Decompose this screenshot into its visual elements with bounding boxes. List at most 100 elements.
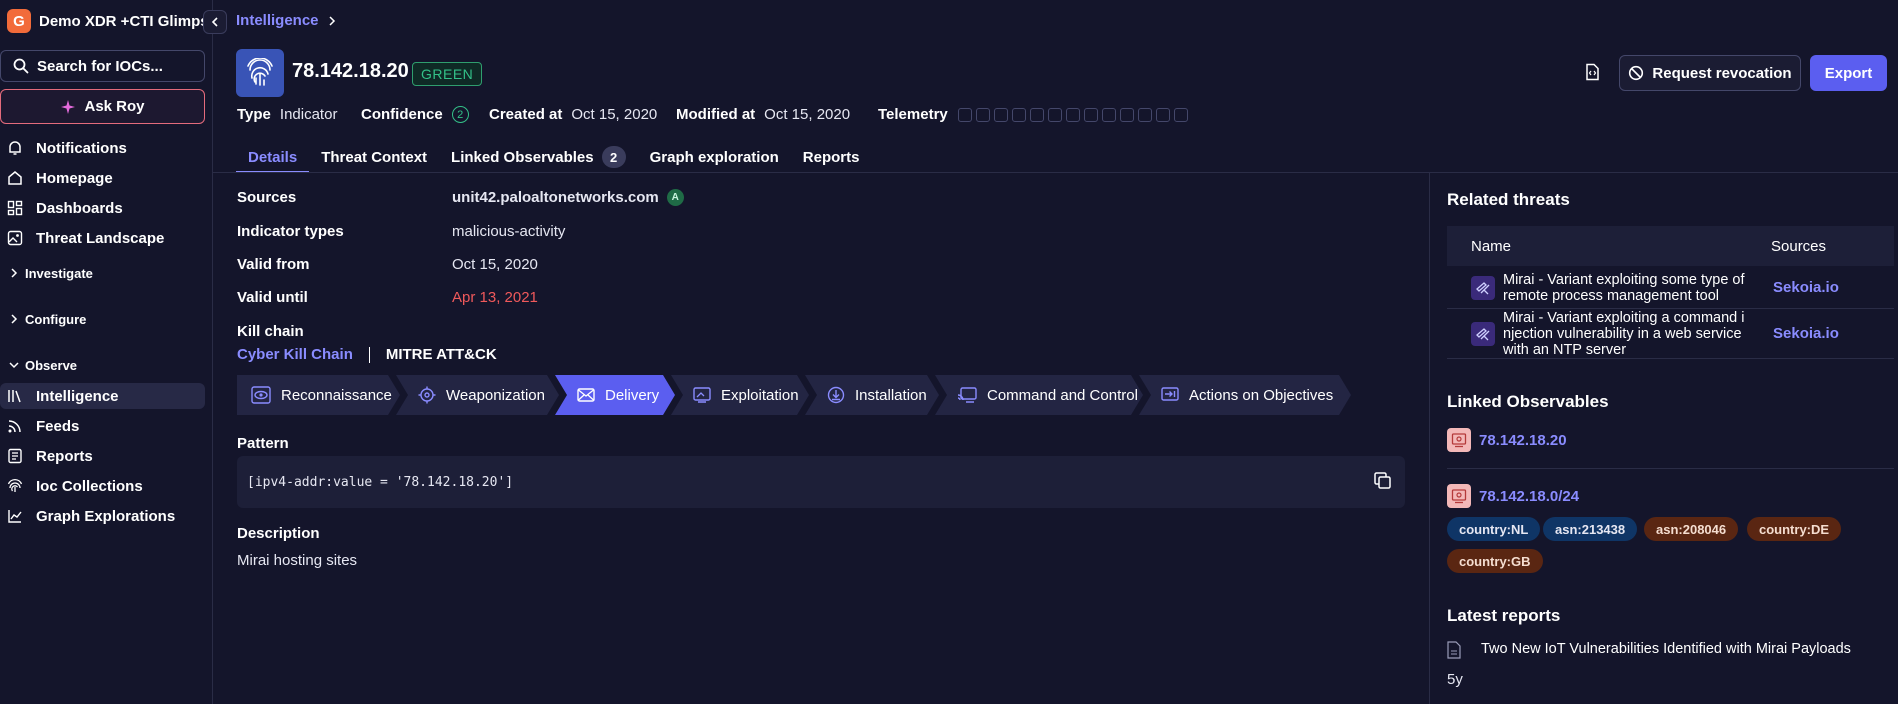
home-icon — [6, 169, 24, 187]
valid-until-label: Valid until — [237, 289, 308, 306]
library-icon — [6, 387, 24, 405]
observable-item[interactable]: 78.142.18.0/24 — [1447, 484, 1579, 508]
nav-homepage[interactable]: Homepage — [0, 165, 205, 191]
tab-details[interactable]: Details — [236, 142, 310, 173]
observable-link[interactable]: 78.142.18.20 — [1479, 432, 1567, 449]
report-item[interactable]: Two New IoT Vulnerabilities Identified w… — [1447, 641, 1851, 663]
meta-created-label: Created at — [489, 106, 563, 123]
phase-label: Delivery — [605, 386, 660, 404]
tab-graph-exploration[interactable]: Graph exploration — [638, 142, 791, 172]
screen-icon — [693, 387, 711, 403]
nav-threat-landscape[interactable]: Threat Landscape — [0, 225, 205, 251]
col-name-header: Name — [1471, 237, 1512, 255]
nav-graph-explorations[interactable]: Graph Explorations — [0, 503, 205, 529]
phase-actions-on-objectives[interactable]: Actions on Objectives — [1139, 375, 1351, 415]
telemetry-box — [1047, 107, 1062, 122]
phase-reconnaissance[interactable]: Reconnaissance — [237, 375, 400, 415]
tab-label: Details — [248, 148, 298, 166]
search-ioc-button[interactable]: Search for IOCs... — [0, 50, 205, 82]
tag-country-gb[interactable]: country:GB — [1447, 549, 1543, 573]
nav-label: Ioc Collections — [36, 477, 143, 495]
tag-asn-213438[interactable]: asn:213438 — [1543, 517, 1638, 541]
threat-name[interactable]: Mirai - Variant exploiting a command i n… — [1503, 310, 1765, 358]
confidence-badge: 2 — [451, 106, 469, 123]
threat-source-link[interactable]: Sekoia.io — [1773, 279, 1839, 296]
observable-link[interactable]: 78.142.18.0/24 — [1479, 488, 1579, 505]
nav-label: Dashboards — [36, 199, 123, 217]
nav-reports[interactable]: Reports — [0, 443, 205, 469]
sidebar-collapse-button[interactable] — [203, 10, 227, 34]
telemetry-box — [1083, 107, 1098, 122]
pattern-box: [ipv4-addr:value = '78.142.18.20'] — [237, 456, 1405, 508]
related-threats-title: Related threats — [1447, 190, 1570, 209]
types-value: malicious-activity — [452, 223, 566, 240]
telemetry-box — [1101, 107, 1116, 122]
ask-roy-button[interactable]: Ask Roy — [0, 89, 205, 124]
tab-cyber-kill-chain[interactable]: Cyber Kill Chain — [237, 346, 353, 363]
breadcrumb-intelligence[interactable]: Intelligence — [236, 12, 319, 29]
tab-linked-observables[interactable]: Linked Observables 2 — [439, 142, 638, 172]
sources-link[interactable]: unit42.paloaltonetworks.com — [452, 189, 659, 206]
detail-valid-from: Valid from Oct 15, 2020 — [237, 256, 538, 273]
section-observe[interactable]: Observe — [9, 355, 77, 375]
phase-label: Actions on Objectives — [1189, 386, 1334, 404]
nav-label: Threat Landscape — [36, 229, 165, 247]
fingerprint-icon — [6, 477, 24, 495]
export-button[interactable]: Export — [1810, 55, 1887, 91]
nav-label: Reports — [36, 447, 93, 465]
mail-icon — [577, 387, 595, 403]
table-row[interactable]: Mirai - Variant exploiting some type of … — [1447, 267, 1894, 309]
meta-modified-value: Oct 15, 2020 — [764, 106, 851, 123]
revoke-label: Request revocation — [1652, 64, 1792, 82]
meta-type-value: Indicator — [279, 106, 338, 123]
nav-notifications[interactable]: Notifications — [0, 135, 205, 161]
nav-feeds[interactable]: Feeds — [0, 413, 205, 439]
report-age: 5y — [1447, 671, 1463, 688]
nav-ioc-collections[interactable]: Ioc Collections — [0, 473, 205, 499]
tlp-badge: GREEN — [412, 62, 483, 86]
types-label: Indicator types — [237, 223, 344, 240]
meta-confidence: Confidence 2 — [361, 106, 469, 123]
pattern-label: Pattern — [237, 435, 289, 452]
phase-exploitation[interactable]: Exploitation — [671, 375, 809, 415]
tabs-divider — [213, 172, 1898, 173]
reports-icon — [6, 447, 24, 465]
request-revocation-button[interactable]: Request revocation — [1619, 55, 1801, 91]
phase-installation[interactable]: Installation — [805, 375, 939, 415]
threat-name[interactable]: Mirai - Variant exploiting some type of … — [1503, 272, 1765, 304]
sidebar: G Demo XDR +CTI Glimps Search for IOCs..… — [0, 0, 213, 704]
section-configure[interactable]: Configure — [9, 309, 86, 329]
report-icon — [1447, 641, 1461, 663]
document-icon[interactable] — [1580, 60, 1604, 84]
tab-reports[interactable]: Reports — [791, 142, 872, 172]
tag-country-de[interactable]: country:DE — [1747, 517, 1842, 541]
copy-icon[interactable] — [1373, 471, 1393, 495]
threat-source-link[interactable]: Sekoia.io — [1773, 325, 1839, 342]
tab-threat-context[interactable]: Threat Context — [309, 142, 439, 172]
meta-type-label: Type — [237, 106, 271, 123]
phase-weaponization[interactable]: Weaponization — [396, 375, 559, 415]
telemetry-box — [1155, 107, 1170, 122]
report-title[interactable]: Two New IoT Vulnerabilities Identified w… — [1481, 641, 1851, 657]
meta-telemetry-label: Telemetry — [878, 106, 948, 123]
phase-delivery[interactable]: Delivery — [555, 375, 675, 415]
workspace-switcher[interactable]: G Demo XDR +CTI Glimps — [7, 9, 209, 33]
observable-item[interactable]: 78.142.18.20 — [1447, 428, 1567, 452]
detail-sources: Sources unit42.paloaltonetworks.com A — [237, 189, 684, 206]
search-icon — [13, 58, 29, 74]
table-row[interactable]: Mirai - Variant exploiting a command i n… — [1447, 309, 1894, 359]
nav-dashboards[interactable]: Dashboards — [0, 195, 205, 221]
phase-command-and-control[interactable]: Command and Control — [935, 375, 1143, 415]
sparkle-icon — [61, 99, 76, 114]
tab-mitre-attack[interactable]: MITRE ATT&CK — [386, 346, 497, 363]
workspace-logo: G — [7, 9, 31, 33]
tag-country-nl[interactable]: country:NL — [1447, 517, 1541, 541]
tab-count-badge: 2 — [601, 146, 626, 168]
tag-asn-208046[interactable]: asn:208046 — [1644, 517, 1739, 541]
nav-intelligence[interactable]: Intelligence — [0, 383, 205, 409]
graph-icon — [6, 507, 24, 525]
chevron-right-icon — [11, 314, 18, 324]
section-investigate[interactable]: Investigate — [9, 263, 93, 283]
telemetry-box — [993, 107, 1008, 122]
nav-label: Graph Explorations — [36, 507, 176, 525]
